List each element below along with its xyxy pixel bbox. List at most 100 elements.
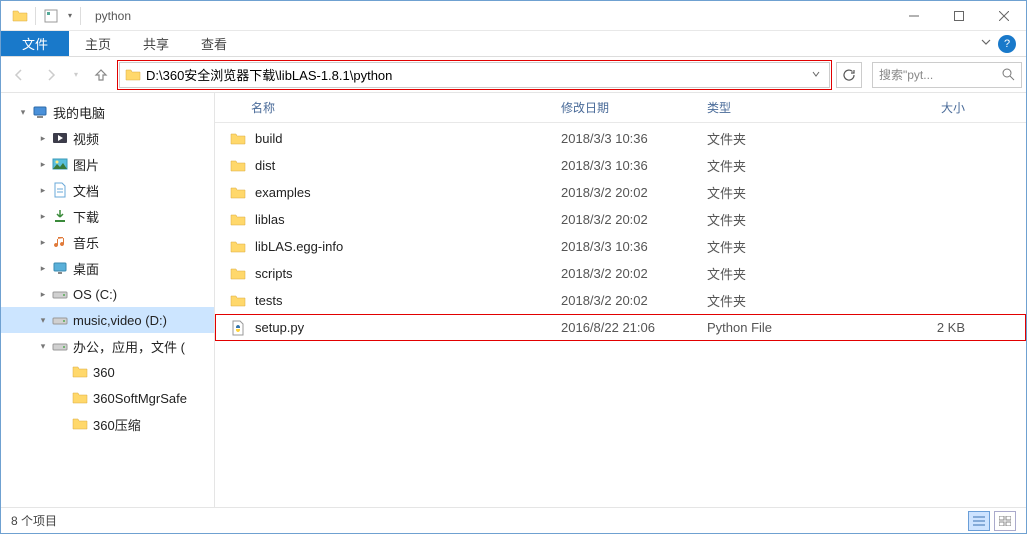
sidebar-item[interactable]: 360压缩 (1, 411, 214, 437)
file-list-row[interactable]: tests2018/3/2 20:02文件夹 (215, 287, 1026, 314)
videos-icon (51, 129, 69, 147)
refresh-button[interactable] (836, 62, 862, 88)
address-path[interactable]: D:\360安全浏览器下载\libLAS-1.8.1\python (142, 65, 807, 84)
file-name-cell: tests (215, 292, 551, 310)
column-date[interactable]: 修改日期 (551, 99, 697, 116)
file-list-row[interactable]: liblas2018/3/2 20:02文件夹 (215, 206, 1026, 233)
properties-button[interactable] (40, 5, 62, 27)
sidebar-item-label: 360SoftMgrSafe (93, 391, 187, 406)
view-switcher (968, 511, 1016, 531)
window-controls (891, 1, 1026, 30)
search-icon (1002, 68, 1015, 81)
file-list-header[interactable]: 名称 修改日期 类型 大小 (215, 93, 1026, 123)
file-date: 2018/3/3 10:36 (551, 239, 697, 254)
file-name: build (255, 131, 282, 146)
column-name[interactable]: 名称 (215, 99, 551, 116)
quick-access-toolbar: ▾ (9, 5, 83, 27)
sidebar-item-label: 桌面 (73, 259, 99, 278)
file-list-row[interactable]: libLAS.egg-info2018/3/3 10:36文件夹 (215, 233, 1026, 260)
file-name: liblas (255, 212, 285, 227)
maximize-button[interactable] (936, 1, 981, 30)
tree-arrow-icon[interactable]: ▾ (35, 341, 51, 352)
folder-icon (124, 66, 142, 84)
file-list-row[interactable]: scripts2018/3/2 20:02文件夹 (215, 260, 1026, 287)
ribbon-tab-view[interactable]: 查看 (185, 31, 243, 56)
computer-icon (31, 103, 49, 121)
sidebar[interactable]: ▾我的电脑▸视频▸图片▸文档▸下载▸音乐▸桌面▸OS (C:)▾music,vi… (1, 93, 215, 507)
file-date: 2018/3/3 10:36 (551, 158, 697, 173)
file-date: 2018/3/2 20:02 (551, 185, 697, 200)
up-button[interactable] (87, 61, 115, 89)
tree-arrow-icon[interactable]: ▾ (35, 315, 51, 326)
help-button[interactable]: ? (998, 35, 1016, 53)
back-button[interactable] (5, 61, 33, 89)
thumbnails-view-button[interactable] (994, 511, 1016, 531)
folder-icon (71, 363, 89, 381)
sidebar-item[interactable]: ▸ 视频 (1, 125, 214, 151)
sidebar-item[interactable]: 360SoftMgrSafe (1, 385, 214, 411)
music-icon (51, 233, 69, 251)
address-bar[interactable]: D:\360安全浏览器下载\libLAS-1.8.1\python (119, 62, 830, 88)
sidebar-item-label: 办公，应用，文件 ( (73, 337, 185, 356)
sidebar-item-label: 图片 (73, 155, 99, 174)
tree-arrow-icon[interactable]: ▸ (35, 133, 51, 144)
sidebar-item[interactable]: ▾ 办公，应用，文件 ( (1, 333, 214, 359)
ribbon-tab-share[interactable]: 共享 (127, 31, 185, 56)
tree-arrow-icon[interactable]: ▾ (15, 107, 31, 118)
sidebar-item[interactable]: ▾music,video (D:) (1, 307, 214, 333)
file-date: 2018/3/2 20:02 (551, 212, 697, 227)
minimize-button[interactable] (891, 1, 936, 30)
file-list-row[interactable]: examples2018/3/2 20:02文件夹 (215, 179, 1026, 206)
tree-arrow-icon[interactable]: ▸ (35, 263, 51, 274)
drive-icon (51, 311, 69, 329)
tree-arrow-icon[interactable]: ▸ (35, 289, 51, 300)
sidebar-item-label: 音乐 (73, 233, 99, 252)
sidebar-item[interactable]: ▸OS (C:) (1, 281, 214, 307)
folder-icon (229, 184, 247, 202)
ribbon: 文件 主页 共享 查看 ? (1, 31, 1026, 57)
sidebar-item[interactable]: 360 (1, 359, 214, 385)
file-date: 2018/3/3 10:36 (551, 131, 697, 146)
sidebar-item[interactable]: ▸ 图片 (1, 151, 214, 177)
sidebar-item[interactable]: ▸ 桌面 (1, 255, 214, 281)
sidebar-item[interactable]: ▸ 音乐 (1, 229, 214, 255)
folder-icon (71, 389, 89, 407)
file-list-row[interactable]: setup.py2016/8/22 21:06Python File2 KB (215, 314, 1026, 341)
downloads-icon (51, 207, 69, 225)
file-date: 2018/3/2 20:02 (551, 266, 697, 281)
ribbon-expand-icon[interactable] (980, 36, 992, 51)
qat-dropdown[interactable]: ▾ (64, 5, 76, 27)
sidebar-item-label: 视频 (73, 129, 99, 148)
sidebar-item-label: 360 (93, 365, 115, 380)
file-list-row[interactable]: dist2018/3/3 10:36文件夹 (215, 152, 1026, 179)
details-view-button[interactable] (968, 511, 990, 531)
sidebar-item[interactable]: ▾我的电脑 (1, 99, 214, 125)
address-dropdown-icon[interactable] (807, 68, 825, 82)
file-size: 2 KB (843, 320, 989, 335)
ribbon-tab-home[interactable]: 主页 (69, 31, 127, 56)
file-name: scripts (255, 266, 293, 281)
window-title: python (87, 9, 131, 23)
sidebar-item-label: 下载 (73, 207, 99, 226)
file-list-row[interactable]: build2018/3/3 10:36文件夹 (215, 125, 1026, 152)
ribbon-right: ? (980, 31, 1026, 56)
tree-arrow-icon[interactable]: ▸ (35, 185, 51, 196)
tree-arrow-icon[interactable]: ▸ (35, 211, 51, 222)
folder-icon (229, 265, 247, 283)
column-size[interactable]: 大小 (843, 99, 989, 116)
history-dropdown[interactable]: ▾ (69, 61, 83, 89)
ribbon-file-tab[interactable]: 文件 (1, 31, 69, 56)
tree-arrow-icon[interactable]: ▸ (35, 237, 51, 248)
sidebar-item[interactable]: ▸文档 (1, 177, 214, 203)
close-button[interactable] (981, 1, 1026, 30)
navbar: ▾ D:\360安全浏览器下载\libLAS-1.8.1\python 搜索"p… (1, 57, 1026, 93)
folder-icon[interactable] (9, 5, 31, 27)
search-box[interactable]: 搜索"pyt... (872, 62, 1022, 88)
tree-arrow-icon[interactable]: ▸ (35, 159, 51, 170)
forward-button[interactable] (37, 61, 65, 89)
sidebar-item[interactable]: ▸ 下载 (1, 203, 214, 229)
separator (80, 7, 81, 25)
column-type[interactable]: 类型 (697, 99, 843, 116)
folder-icon (229, 238, 247, 256)
file-list-body[interactable]: build2018/3/3 10:36文件夹dist2018/3/3 10:36… (215, 123, 1026, 507)
